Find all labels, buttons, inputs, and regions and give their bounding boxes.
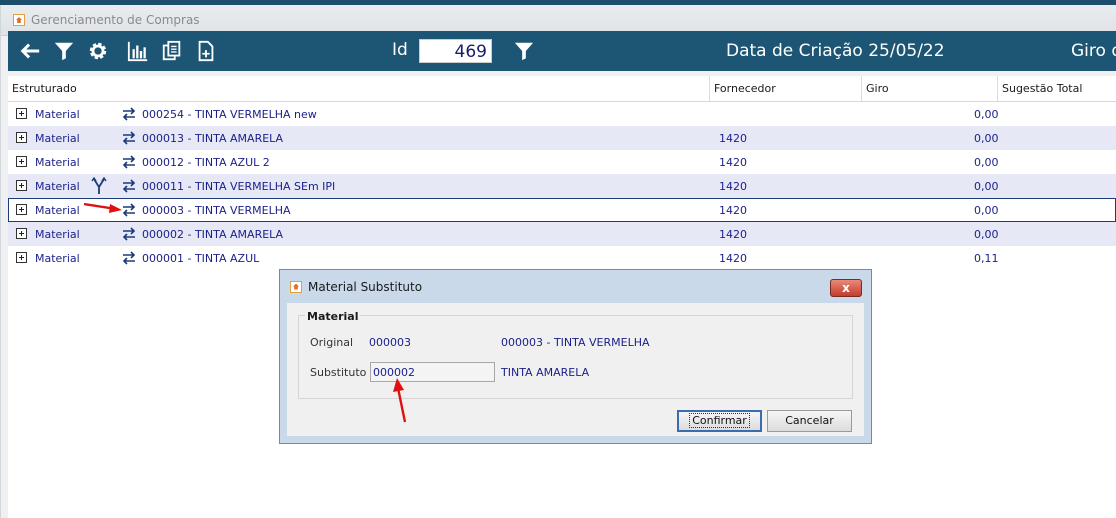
- row-description: 000002 - TINTA AMARELA: [142, 227, 284, 241]
- column-header-fornecedor[interactable]: Fornecedor: [710, 76, 862, 101]
- expand-icon[interactable]: [16, 252, 27, 263]
- swap-arrows-icon[interactable]: [122, 106, 136, 122]
- expand-icon[interactable]: [16, 180, 27, 191]
- dialog-title-bar: Material Substituto: [280, 270, 871, 303]
- swap-arrows-icon[interactable]: [122, 178, 136, 194]
- row-type: Material: [35, 107, 80, 121]
- material-group: Material Original 000003 000003 - TINTA …: [298, 310, 853, 399]
- row-fornecedor: 1420: [719, 251, 747, 265]
- row-giro: 0,00: [974, 227, 999, 241]
- substitute-label: Substituto: [310, 366, 367, 379]
- row-type: Material: [35, 251, 80, 265]
- original-code: 000003: [369, 336, 411, 349]
- app-logo-icon: [13, 14, 25, 26]
- substitute-description: TINTA AMARELA: [501, 366, 590, 379]
- expand-icon[interactable]: [16, 228, 27, 239]
- table-row[interactable]: Material 000012 - TINTA AZUL 2 1420 0,00: [8, 150, 1116, 174]
- id-input[interactable]: 469: [419, 39, 492, 63]
- row-description: 000013 - TINTA AMARELA: [142, 131, 284, 145]
- table-row[interactable]: Material 000013 - TINTA AMARELA 1420 0,0…: [8, 126, 1116, 150]
- new-document-icon[interactable]: [194, 39, 218, 63]
- app-logo-icon: [290, 280, 302, 293]
- row-giro: 0,00: [974, 179, 999, 193]
- row-giro: 0,00: [974, 203, 999, 217]
- row-type: Material: [35, 131, 80, 145]
- back-arrow-icon[interactable]: [18, 39, 42, 63]
- row-fornecedor: 1420: [719, 131, 747, 145]
- table-row[interactable]: Material 000254 - TINTA VERMELHA new 0,0…: [8, 102, 1116, 126]
- swap-arrows-icon[interactable]: [122, 154, 136, 170]
- row-description: 000254 - TINTA VERMELHA new: [142, 107, 317, 121]
- column-header-sugestao-total[interactable]: Sugestão Total: [998, 76, 1116, 101]
- swap-arrows-icon[interactable]: [122, 226, 136, 242]
- branch-fork-icon[interactable]: [91, 177, 107, 195]
- filter-icon[interactable]: [52, 39, 76, 63]
- dialog-body: Material Original 000003 000003 - TINTA …: [287, 303, 864, 436]
- table-row[interactable]: Material 000011 - TINTA VERMELHA SEm IPI…: [8, 174, 1116, 198]
- expand-icon[interactable]: [16, 156, 27, 167]
- row-type: Material: [35, 179, 80, 193]
- swap-arrows-icon[interactable]: [122, 250, 136, 266]
- expand-icon[interactable]: [16, 204, 27, 215]
- row-description: 000012 - TINTA AZUL 2: [142, 155, 270, 169]
- gear-icon[interactable]: [86, 39, 110, 63]
- row-type: Material: [35, 227, 80, 241]
- id-label: Id: [392, 40, 408, 60]
- row-giro: 0,00: [974, 155, 999, 169]
- close-button[interactable]: x: [830, 279, 862, 297]
- original-description: 000003 - TINTA VERMELHA: [501, 336, 650, 349]
- expand-icon[interactable]: [16, 132, 27, 143]
- row-description: 000003 - TINTA VERMELHA: [142, 203, 291, 217]
- column-header-estruturado[interactable]: Estruturado: [8, 76, 710, 101]
- row-fornecedor: 1420: [719, 179, 747, 193]
- giro-label: Giro d: [1071, 41, 1116, 61]
- table-row[interactable]: Material 000001 - TINTA AZUL 1420 0,11: [8, 246, 1116, 270]
- column-header-giro[interactable]: Giro: [862, 76, 998, 101]
- material-substituto-dialog: Material Substituto x Material Original …: [279, 269, 872, 444]
- bar-chart-icon[interactable]: [126, 39, 150, 63]
- annotation-arrow: [393, 378, 407, 423]
- cancel-button[interactable]: Cancelar: [767, 410, 852, 432]
- table-row-selected[interactable]: Material 000003 - TINTA VERMELHA 1420 0,…: [8, 198, 1116, 222]
- row-type: Material: [35, 203, 80, 217]
- swap-arrows-icon[interactable]: [122, 202, 136, 218]
- window-title: Gerenciamento de Compras: [31, 13, 200, 27]
- expand-icon[interactable]: [16, 108, 27, 119]
- confirm-button[interactable]: Confirmar: [677, 410, 762, 432]
- dialog-title: Material Substituto: [308, 279, 423, 294]
- copy-documents-icon[interactable]: [160, 39, 184, 63]
- original-label: Original: [310, 336, 354, 349]
- group-label: Material: [305, 310, 361, 323]
- grid-header: Estruturado Fornecedor Giro Sugestão Tot…: [8, 76, 1116, 102]
- table-row[interactable]: Material 000002 - TINTA AMARELA 1420 0,0…: [8, 222, 1116, 246]
- toolbar: Id 469 Data de Criação 25/05/22 Giro d: [8, 31, 1116, 71]
- row-fornecedor: 1420: [719, 227, 747, 241]
- row-fornecedor: 1420: [719, 155, 747, 169]
- substitute-code-input[interactable]: 000002: [370, 362, 495, 382]
- row-type: Material: [35, 155, 80, 169]
- confirm-button-label: Confirmar: [689, 413, 750, 428]
- row-description: 000011 - TINTA VERMELHA SEm IPI: [142, 179, 336, 193]
- annotation-arrow: [84, 202, 122, 213]
- row-giro: 0,00: [974, 107, 999, 121]
- row-giro: 0,11: [974, 251, 999, 265]
- filter-icon[interactable]: [512, 39, 536, 63]
- row-giro: 0,00: [974, 131, 999, 145]
- row-description: 000001 - TINTA AZUL: [142, 251, 260, 265]
- creation-date: Data de Criação 25/05/22: [726, 41, 945, 61]
- swap-arrows-icon[interactable]: [122, 130, 136, 146]
- row-fornecedor: 1420: [719, 203, 747, 217]
